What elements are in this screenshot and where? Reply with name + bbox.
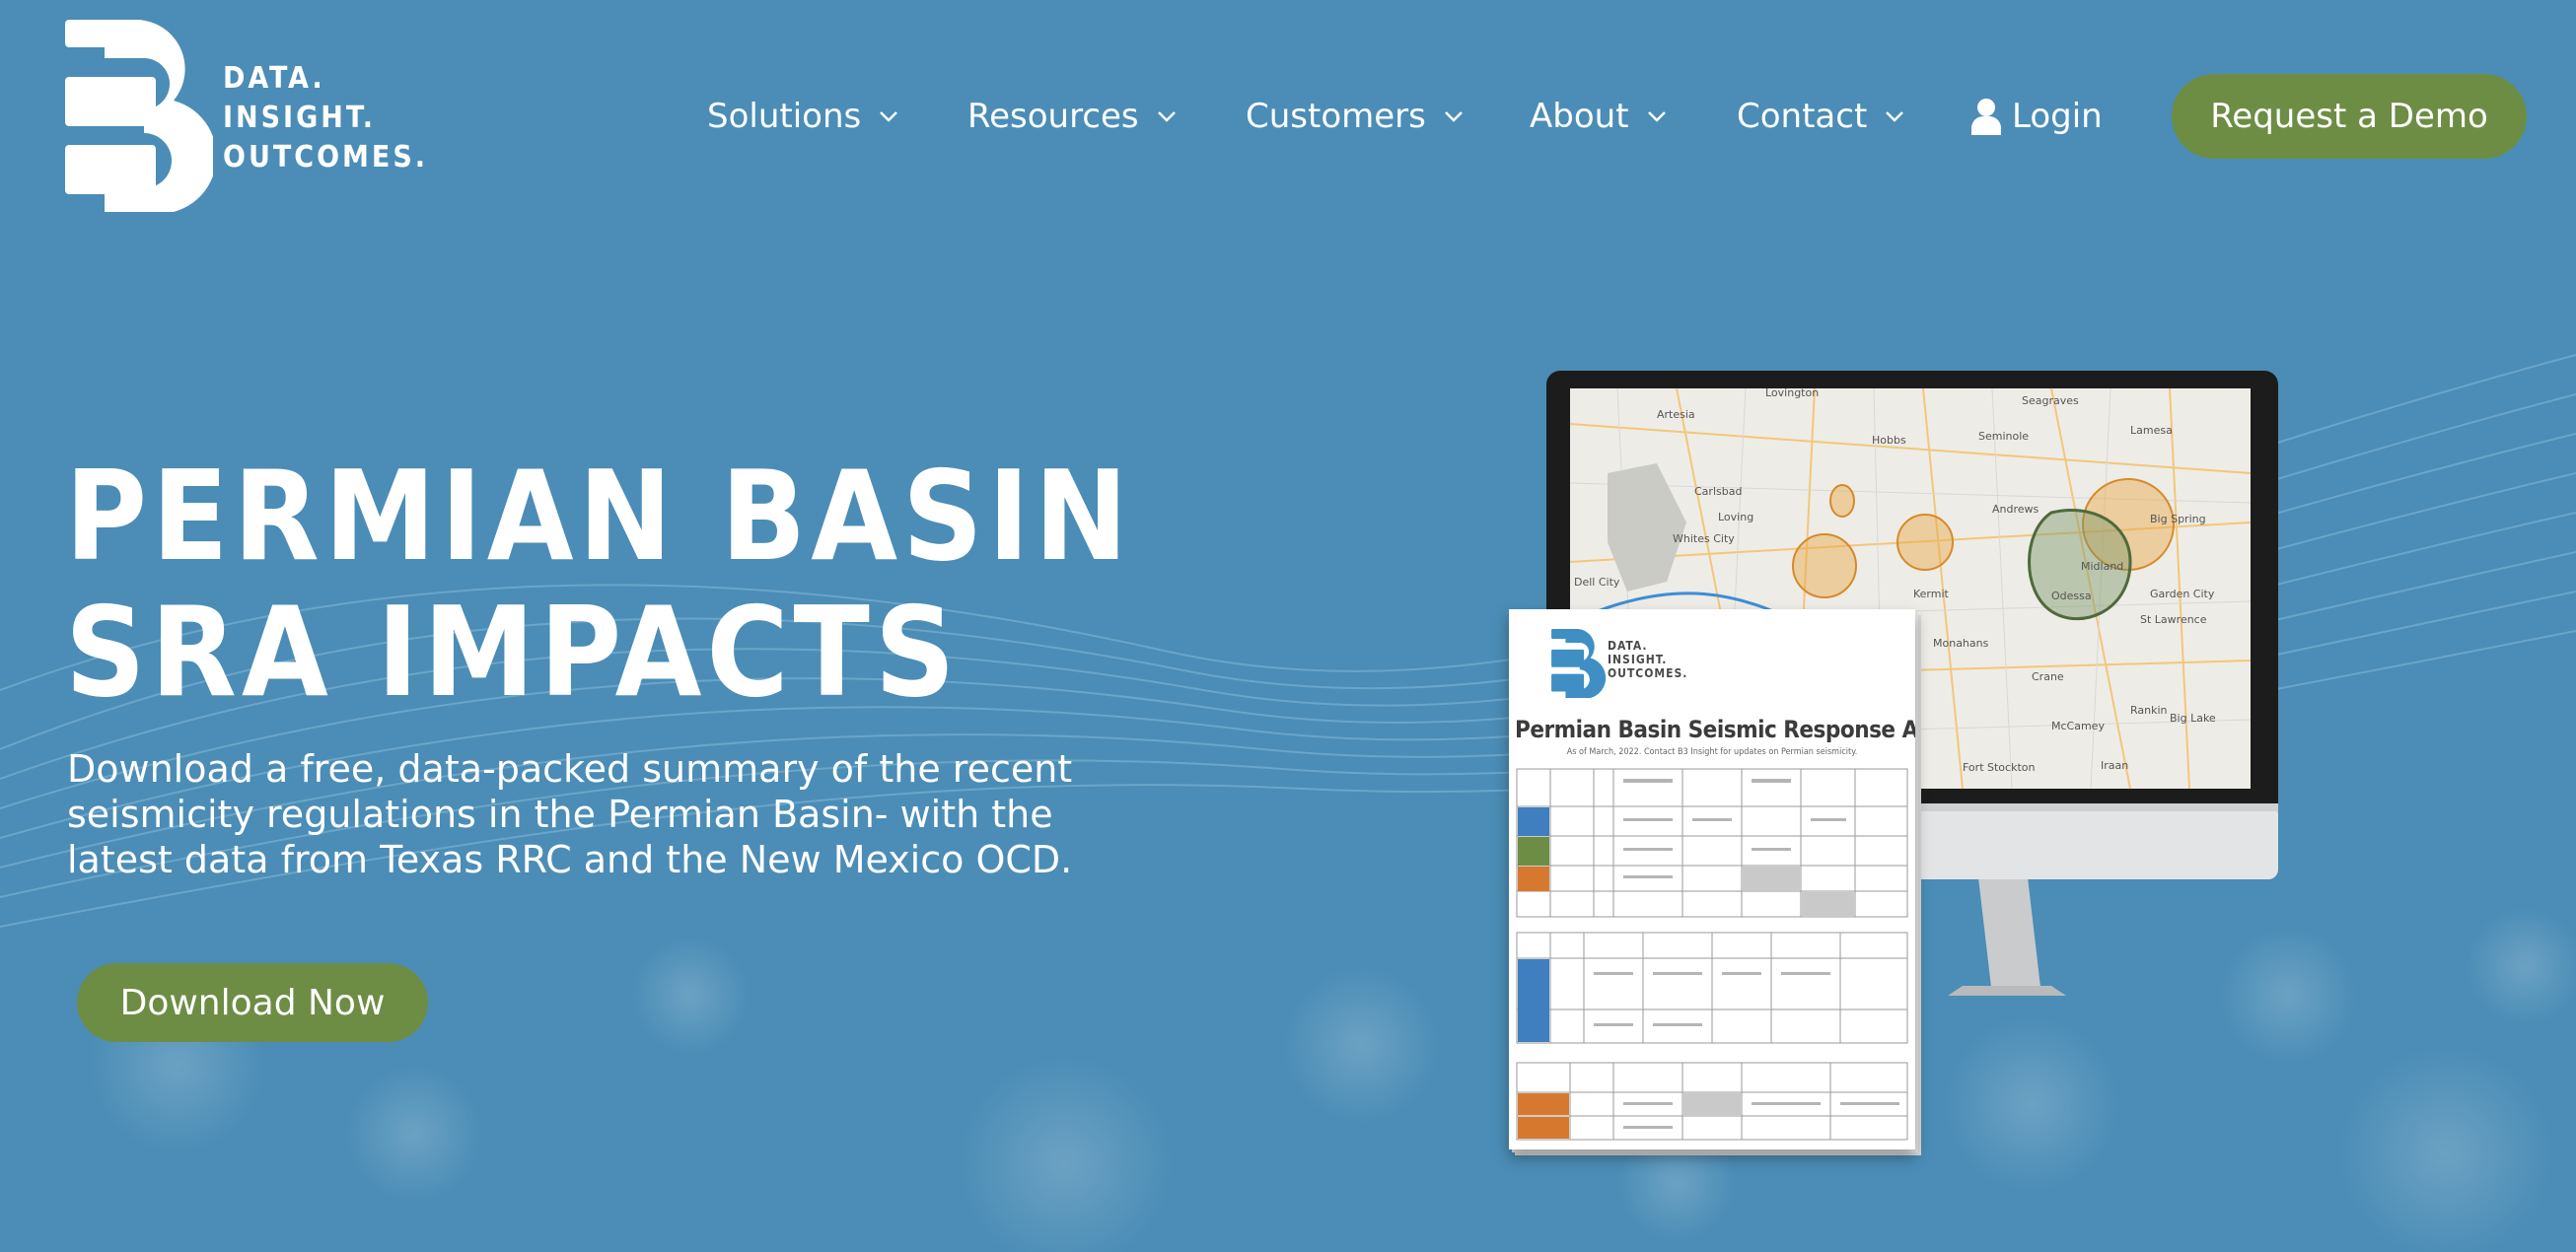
svg-text:Seagraves: Seagraves [2022,394,2079,407]
svg-text:St Lawrence: St Lawrence [2140,613,2207,626]
document-logo-tagline: DATA. INSIGHT. OUTCOMES. [1608,639,1688,680]
chevron-down-icon [1444,111,1463,122]
svg-text:Lamesa: Lamesa [2130,424,2173,437]
svg-text:Artesia: Artesia [1657,408,1695,421]
svg-text:Garden City: Garden City [2150,588,2215,600]
nav-login-label: Login [2012,97,2103,136]
request-demo-button[interactable]: Request a Demo [2172,74,2527,159]
b3-logo-icon [1551,629,1607,698]
nav-about-label: About [1530,97,1629,136]
download-now-button[interactable]: Download Now [77,963,428,1042]
svg-text:Big Spring: Big Spring [2150,513,2206,525]
nav-customers-label: Customers [1246,97,1426,136]
nav-about[interactable]: About [1530,83,1667,150]
svg-text:Fort Stockton: Fort Stockton [1963,761,2035,774]
company-logo[interactable]: DATA. INSIGHT. OUTCOMES. [65,19,425,214]
svg-text:Dell City: Dell City [1574,576,1620,589]
document-table-graphic [1516,768,1908,1141]
svg-text:Andrews: Andrews [1992,503,2039,516]
document-subtitle: As of March, 2022. Contact B3 Insight fo… [1566,747,1858,757]
nav-customers[interactable]: Customers [1246,83,1464,150]
hero-title: PERMIAN BASIN SRA IMPACTS [65,444,1133,725]
nav-solutions[interactable]: Solutions [707,83,898,150]
b3-logo-icon [65,19,217,214]
svg-text:Rankin: Rankin [2130,704,2168,717]
user-icon [1971,99,2001,135]
svg-text:Loving: Loving [1718,511,1753,523]
logo-tagline: DATA. INSIGHT. OUTCOMES. [223,61,429,174]
svg-text:Midland: Midland [2081,560,2123,573]
svg-text:Whites City: Whites City [1673,532,1735,545]
svg-text:Seminole: Seminole [1978,430,2029,443]
nav-resources[interactable]: Resources [967,83,1177,150]
hero-description: Download a free, data-packed summary of … [67,747,1073,881]
svg-text:Carlsbad: Carlsbad [1694,485,1742,498]
chevron-down-icon [880,111,898,122]
report-document-preview: DATA. INSIGHT. OUTCOMES. Permian Basin S… [1509,609,1915,1149]
chevron-down-icon [1157,111,1176,122]
nav-resources-label: Resources [967,97,1139,136]
svg-text:Hobbs: Hobbs [1872,434,1906,447]
svg-text:Odessa: Odessa [2051,590,2092,602]
document-title: Permian Basin Seismic Response Area Impa… [1515,716,1915,743]
chevron-down-icon [1886,111,1904,122]
svg-text:Big Lake: Big Lake [2170,712,2216,725]
nav-contact-label: Contact [1737,97,1868,136]
svg-text:Monahans: Monahans [1933,637,1989,650]
chevron-down-icon [1647,111,1666,122]
nav-login[interactable]: Login [1970,83,2103,150]
nav-solutions-label: Solutions [707,97,862,136]
svg-text:Lovington: Lovington [1765,386,1819,399]
svg-text:Crane: Crane [2032,670,2064,683]
svg-text:Kermit: Kermit [1913,588,1950,600]
svg-text:Iraan: Iraan [2101,759,2128,772]
nav-contact[interactable]: Contact [1737,83,1904,150]
svg-text:McCamey: McCamey [2051,720,2105,732]
